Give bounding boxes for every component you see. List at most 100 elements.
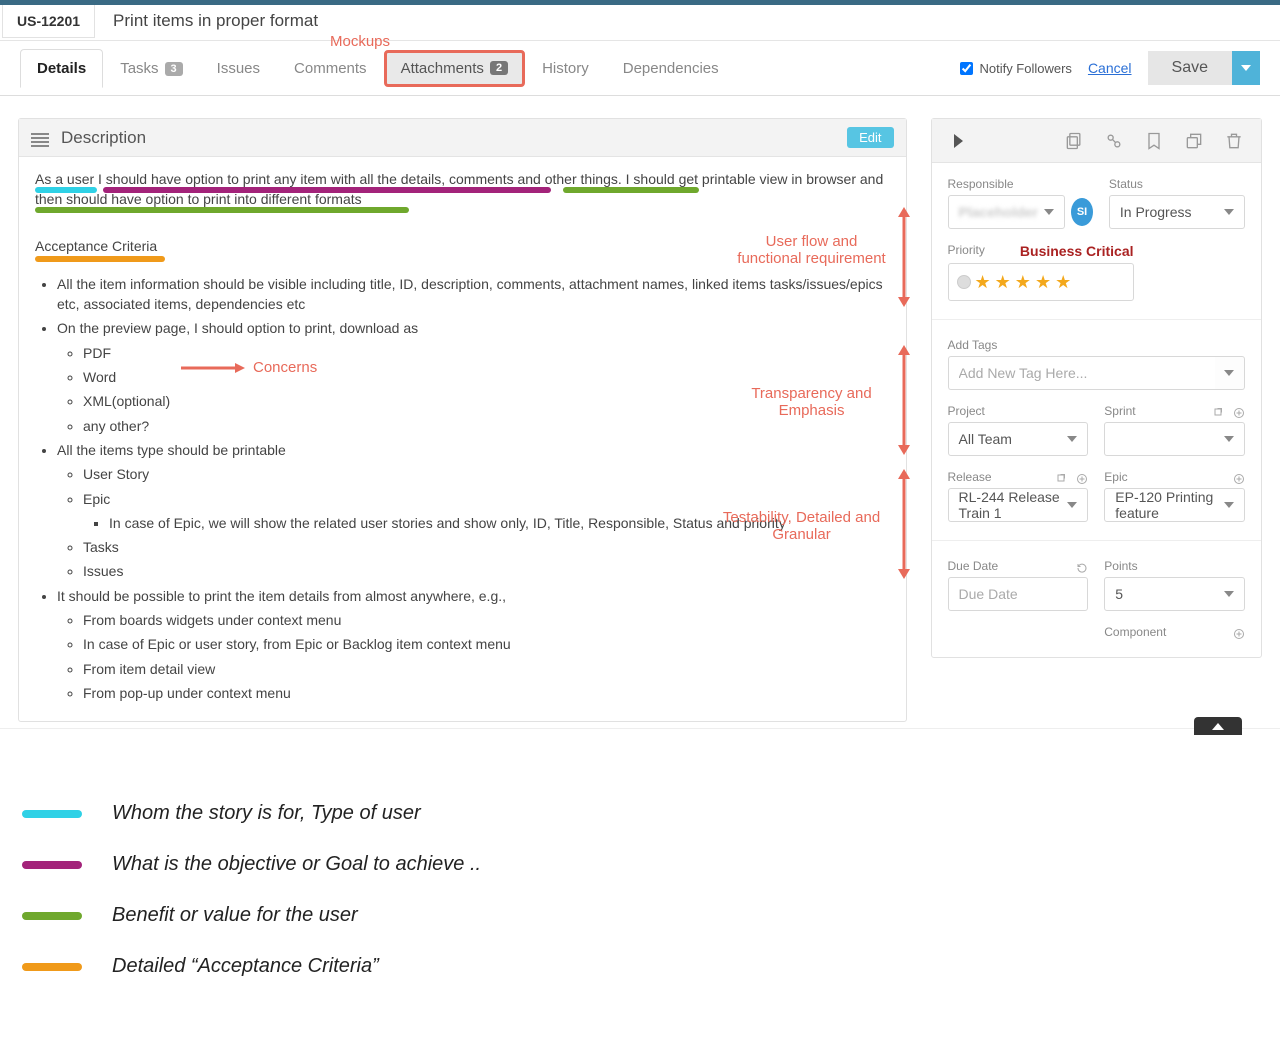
due-date-text-input[interactable] [959,586,1078,602]
trash-icon[interactable] [1217,124,1251,158]
underline-benefit [563,187,699,193]
list-item: Tasks [83,537,890,557]
tab-label: Attachments [401,60,484,77]
bookmark-icon[interactable] [1137,124,1171,158]
due-date-label: Due Date [948,559,999,573]
epic-value: EP-120 Printing feature [1115,489,1224,521]
acceptance-criteria-list: All the item information should be visib… [57,274,890,703]
responsible-select[interactable]: Placeholder [948,195,1066,229]
add-icon[interactable] [1076,473,1088,485]
star-icon: ★ [1015,273,1031,291]
avatar: SI [1071,198,1093,226]
list-item: On the preview page, I should option to … [57,318,890,435]
tags-dropdown-button[interactable] [1215,356,1245,390]
item-id: US-12201 [2,5,95,38]
tab-label: Issues [217,60,260,77]
epic-select[interactable]: EP-120 Printing feature [1104,488,1245,522]
notify-label: Notify Followers [979,61,1071,76]
status-value: In Progress [1120,204,1192,220]
responsible-label: Responsible [948,177,1093,191]
scroll-to-top-button[interactable] [1194,717,1242,735]
add-icon[interactable] [1233,473,1245,485]
tab-history[interactable]: History [525,49,606,87]
priority-stars[interactable]: ★ ★ ★ ★ ★ [948,263,1134,301]
legend-swatch-orange [22,963,82,971]
legend-row: Benefit or value for the user [22,904,1258,927]
list-item: In case of Epic, we will show the relate… [109,513,890,533]
tab-dependencies[interactable]: Dependencies [606,49,736,87]
list-item: User Story [83,464,890,484]
caret-down-icon [1224,436,1234,442]
notify-checkbox[interactable] [960,62,973,75]
tab-issues[interactable]: Issues [200,49,277,87]
tab-comments[interactable]: Comments [277,49,384,87]
underline-benefit [35,207,409,213]
caret-down-icon [1241,65,1251,71]
save-button[interactable]: Save [1148,51,1232,85]
list-item: XML(optional) [83,391,890,411]
epic-label: Epic [1104,470,1127,484]
legend: Whom the story is for, Type of user What… [0,756,1280,1016]
status-select[interactable]: In Progress [1109,195,1245,229]
footer-strip [0,728,1280,756]
points-select[interactable]: 5 [1104,577,1245,611]
legend-row: What is the objective or Goal to achieve… [22,853,1258,876]
add-icon[interactable] [1233,407,1245,419]
cancel-link[interactable]: Cancel [1088,60,1132,76]
legend-row: Whom the story is for, Type of user [22,802,1258,825]
release-select[interactable]: RL-244 Release Train 1 [948,488,1089,522]
tab-label: Details [37,60,86,77]
open-icon[interactable] [1213,407,1225,419]
tab-label: Comments [294,60,367,77]
reset-icon[interactable] [1076,562,1088,574]
clear-priority-icon[interactable] [957,275,971,289]
list-item: From item detail view [83,659,890,679]
properties-panel: Responsible Placeholder SI Status In Pro… [931,118,1262,658]
sprint-select[interactable] [1104,422,1245,456]
list-item: All the item information should be visib… [57,274,890,315]
copy-icon[interactable] [1057,124,1091,158]
list-item: Word [83,367,890,387]
tab-tasks[interactable]: Tasks 3 [103,49,199,87]
sprint-label: Sprint [1104,404,1135,418]
collapse-panel-button[interactable] [942,124,976,158]
legend-text: Benefit or value for the user [112,904,358,927]
tags-input[interactable] [948,356,1215,390]
project-select[interactable]: All Team [948,422,1089,456]
caret-down-icon [1224,502,1234,508]
description-heading: Description [61,128,146,148]
link-icon[interactable] [1097,124,1131,158]
edit-button[interactable]: Edit [847,127,893,148]
priority-level: Business Critical [1020,243,1134,259]
star-icon: ★ [1035,273,1051,291]
notify-followers-toggle[interactable]: Notify Followers [960,61,1071,76]
tab-label: Tasks [120,60,158,77]
list-item: Epic In case of Epic, we will show the r… [83,489,890,534]
list-item: PDF [83,343,890,363]
caret-down-icon [1067,502,1077,508]
legend-text: Detailed “Acceptance Criteria” [112,955,379,978]
due-date-input[interactable] [948,577,1089,611]
release-label: Release [948,470,992,484]
item-header: US-12201 Print items in proper format [0,5,1280,41]
tab-label: Dependencies [623,60,719,77]
tab-badge: 3 [165,62,183,76]
clone-icon[interactable] [1177,124,1211,158]
tags-text-input[interactable] [959,365,1205,381]
points-value: 5 [1115,586,1123,602]
underline-user [35,187,97,193]
item-title: Print items in proper format [95,5,336,37]
tab-details[interactable]: Details [20,49,103,88]
add-icon[interactable] [1233,628,1245,640]
save-dropdown-button[interactable] [1232,51,1260,85]
tab-bar: Mockups Details Tasks3 Issues Comments A… [0,41,1280,96]
tab-attachments[interactable]: Attachments 2 [384,50,526,87]
description-panel: Description Edit As a user I should have… [18,118,907,722]
tab-badge: 2 [490,61,508,75]
caret-down-icon [1224,370,1234,376]
underline-ac [35,256,165,262]
tags-label: Add Tags [948,338,1245,352]
legend-row: Detailed “Acceptance Criteria” [22,955,1258,978]
open-icon[interactable] [1056,473,1068,485]
star-icon: ★ [1055,273,1071,291]
